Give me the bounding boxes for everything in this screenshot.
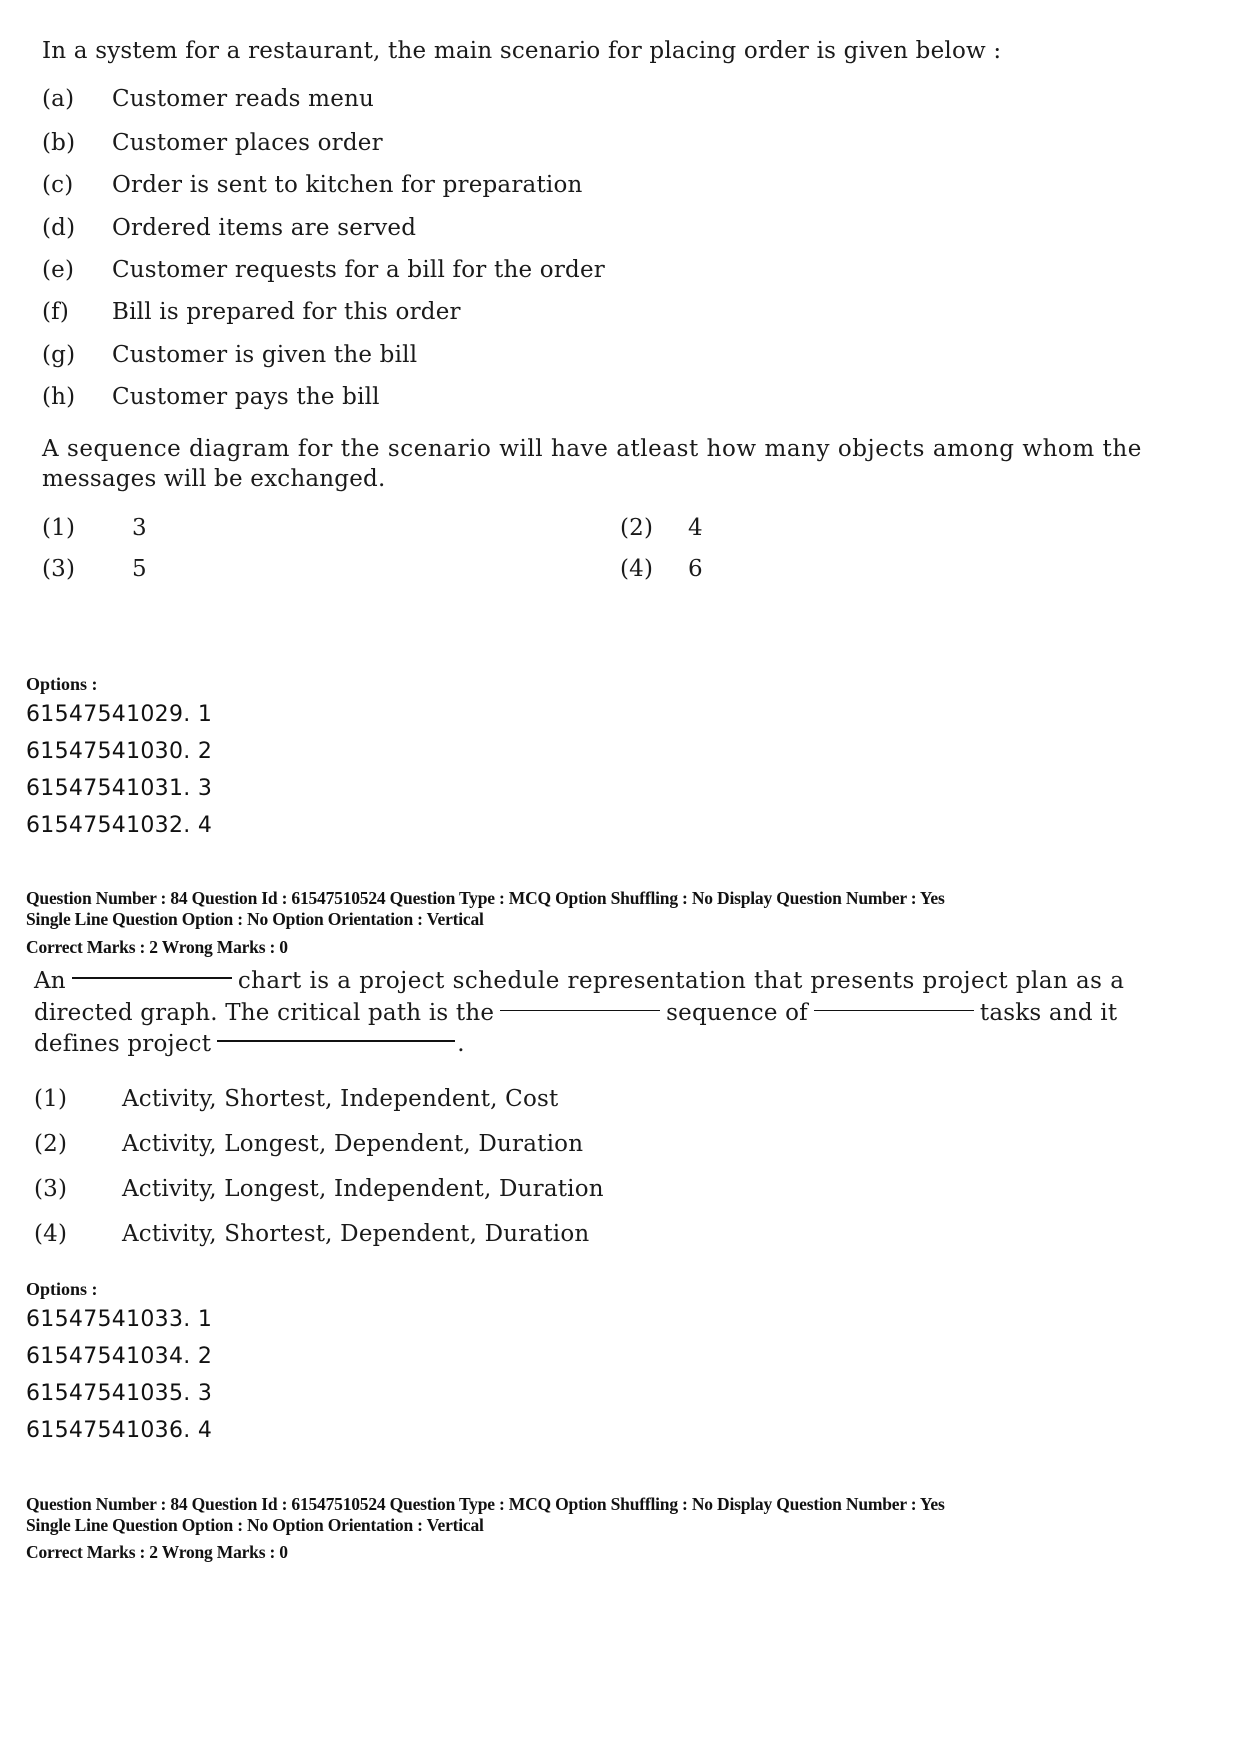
question2-seg-end: .: [457, 1031, 465, 1057]
choice-label: (4): [34, 1221, 68, 1247]
question1-intro: In a system for a restaurant, the main s…: [42, 38, 1002, 64]
option-id: 61547541035. 3: [26, 1381, 213, 1406]
question1-prompt-line2: messages will be exchanged.: [42, 466, 386, 492]
option-id: 61547541034. 2: [26, 1344, 213, 1369]
step-label: (c): [42, 172, 74, 198]
step-item: (a) Customer reads menu: [42, 86, 374, 112]
option-id: 61547541033. 1: [26, 1307, 213, 1332]
choice-item: (1) Activity, Shortest, Independent, Cost: [34, 1086, 558, 1112]
step-label: (b): [42, 130, 76, 156]
question2-seg-1: chart is a project schedule representati…: [237, 968, 1125, 994]
fill-in-blank-3: [813, 1009, 974, 1011]
question1-prompt-line1: A sequence diagram for the scenario will…: [42, 436, 1142, 462]
step-label: (h): [42, 384, 76, 410]
option-id: 61547541032. 4: [26, 813, 213, 838]
step-item: (c) Order is sent to kitchen for preparat…: [42, 172, 582, 198]
choice-text: 5: [132, 556, 147, 582]
option-id: 61547541029. 1: [26, 702, 213, 727]
question2-seg-4: tasks and it: [979, 1000, 1118, 1026]
fill-in-blank-4: [217, 1040, 456, 1042]
question2-seg-an: An: [34, 968, 66, 994]
step-item: (g) Customer is given the bill: [42, 342, 417, 368]
step-text: Customer places order: [112, 130, 383, 156]
choice-item: (3) Activity, Longest, Independent, Durat…: [34, 1176, 604, 1202]
step-item: (d) Ordered items are served: [42, 215, 416, 241]
step-label: (g): [42, 342, 76, 368]
choice-text: Activity, Shortest, Independent, Cost: [122, 1086, 559, 1112]
step-item: (f) Bill is prepared for this order: [42, 299, 461, 325]
question2-seg-3: sequence of: [666, 1000, 808, 1026]
step-text: Order is sent to kitchen for preparation: [112, 172, 583, 198]
choice-text: 4: [688, 515, 703, 541]
step-label: (a): [42, 86, 75, 112]
question2-line2: directed graph. The critical path is the…: [34, 1000, 1117, 1026]
step-label: (d): [42, 215, 76, 241]
step-label: (f): [42, 299, 70, 325]
choice-text: Activity, Longest, Dependent, Duration: [122, 1131, 584, 1157]
choice-text: 6: [688, 556, 703, 582]
question2-seg-5: defines project: [34, 1031, 212, 1057]
choice-item: (4) Activity, Shortest, Dependent, Durati…: [34, 1221, 589, 1247]
question-meta-line2: Single Line Question Option : No Option …: [26, 1515, 484, 1535]
step-text: Bill is prepared for this order: [112, 299, 461, 325]
choice-label: (1): [42, 515, 76, 541]
choice-text: 3: [132, 515, 147, 541]
choice-text: Activity, Shortest, Dependent, Duration: [122, 1221, 590, 1247]
option-id: 61547541036. 4: [26, 1418, 213, 1443]
step-item: (h) Customer pays the bill: [42, 384, 380, 410]
step-item: (e) Customer requests for a bill for the …: [42, 257, 605, 283]
choice-text: Activity, Longest, Independent, Duration: [122, 1176, 604, 1202]
choice-item: (2) 4: [620, 515, 703, 541]
fill-in-blank-1: [71, 977, 232, 979]
question-meta-line2: Single Line Question Option : No Option …: [26, 909, 484, 929]
step-text: Customer requests for a bill for the ord…: [112, 257, 605, 283]
fill-in-blank-2: [500, 1009, 661, 1011]
option-id: 61547541030. 2: [26, 739, 213, 764]
question-meta-line1: Question Number : 84 Question Id : 61547…: [26, 1494, 945, 1514]
choice-label: (2): [620, 515, 654, 541]
question-marks: Correct Marks : 2 Wrong Marks : 0: [26, 937, 288, 957]
step-text: Customer pays the bill: [112, 384, 380, 410]
choice-item: (1) 3: [42, 515, 147, 541]
step-item: (b) Customer places order: [42, 130, 383, 156]
question-marks: Correct Marks : 2 Wrong Marks : 0: [26, 1542, 288, 1562]
question-meta-line1: Question Number : 84 Question Id : 61547…: [26, 888, 945, 908]
choice-label: (3): [34, 1176, 68, 1202]
step-text: Ordered items are served: [112, 215, 417, 241]
option-id: 61547541031. 3: [26, 776, 213, 801]
choice-item: (4) 6: [620, 556, 703, 582]
options-header: Options :: [26, 1279, 98, 1299]
step-text: Customer reads menu: [112, 86, 375, 112]
choice-label: (1): [34, 1086, 68, 1112]
choice-item: (2) Activity, Longest, Dependent, Duratio…: [34, 1131, 583, 1157]
step-label: (e): [42, 257, 75, 283]
choice-label: (3): [42, 556, 76, 582]
choice-item: (3) 5: [42, 556, 147, 582]
question2-line3: defines project.: [34, 1031, 465, 1057]
options-header: Options :: [26, 674, 98, 694]
choice-label: (2): [34, 1131, 68, 1157]
step-text: Customer is given the bill: [112, 342, 418, 368]
choice-label: (4): [620, 556, 654, 582]
question2-line1: An chart is a project schedule representa…: [34, 968, 1124, 994]
question2-seg-2: directed graph. The critical path is the: [34, 1000, 495, 1026]
